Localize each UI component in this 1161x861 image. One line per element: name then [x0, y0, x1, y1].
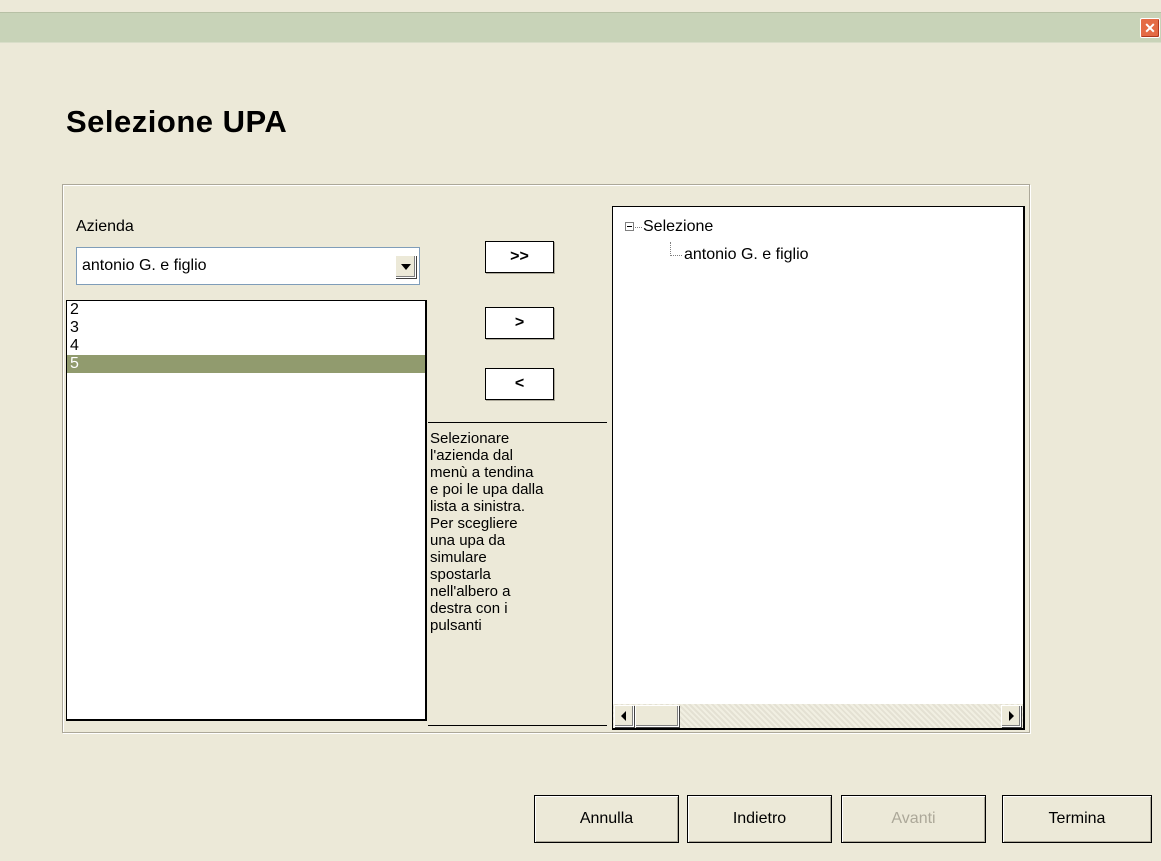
scrollbar-thumb[interactable] — [635, 705, 679, 727]
back-button[interactable]: Indietro — [687, 795, 832, 843]
scroll-left-icon[interactable] — [614, 705, 634, 727]
chevron-down-icon[interactable] — [395, 255, 416, 278]
azienda-label: Azienda — [76, 218, 134, 235]
tree-connector — [635, 227, 642, 228]
scroll-right-icon[interactable] — [1001, 705, 1021, 727]
help-text: Selezionare l'azienda dal menù a tendina… — [428, 422, 607, 726]
horizontal-scrollbar[interactable] — [613, 704, 1023, 728]
title-bar: ✕ — [0, 12, 1161, 43]
remove-button[interactable]: < — [485, 368, 554, 400]
azienda-dropdown-value: antonio G. e figlio — [82, 257, 207, 274]
finish-button[interactable]: Termina — [1002, 795, 1152, 843]
upa-list-item[interactable]: 2 — [67, 301, 425, 319]
page-title: Selezione UPA — [66, 104, 288, 139]
upa-list-item[interactable]: 4 — [67, 337, 425, 355]
add-button[interactable]: > — [485, 307, 554, 339]
tree-connector — [670, 255, 682, 256]
upa-listbox[interactable]: 2 3 4 5 — [66, 300, 427, 721]
azienda-dropdown[interactable]: antonio G. e figlio — [76, 247, 420, 285]
add-all-button[interactable]: >> — [485, 241, 554, 273]
selection-tree[interactable]: Selezione antonio G. e figlio — [612, 206, 1025, 730]
upa-list-item[interactable]: 3 — [67, 319, 425, 337]
tree-connector — [670, 242, 671, 256]
close-icon[interactable]: ✕ — [1140, 18, 1160, 38]
collapse-icon[interactable] — [625, 222, 634, 231]
tree-child-node[interactable]: antonio G. e figlio — [684, 246, 809, 264]
upa-list-item-selected[interactable]: 5 — [67, 355, 425, 373]
cancel-button[interactable]: Annulla — [534, 795, 679, 843]
tree-root-node[interactable]: Selezione — [643, 218, 713, 236]
next-button[interactable]: Avanti — [841, 795, 986, 843]
